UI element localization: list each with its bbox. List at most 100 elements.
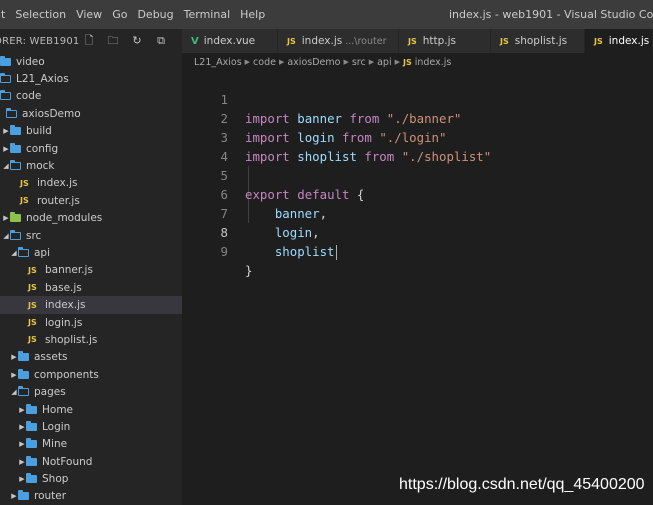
tab-index-js-active[interactable]: JS index.js (585, 29, 653, 53)
menu-go[interactable]: Go (107, 0, 132, 29)
tree-item-label: mock (26, 160, 55, 173)
chevron-down-icon[interactable]: ◢ (10, 249, 18, 257)
chevron-right-icon[interactable]: ▶ (10, 353, 18, 361)
js-file-icon: JS (28, 318, 37, 328)
tree-item-label: Mine (42, 438, 68, 451)
tab-index-vue[interactable]: V index.vue (182, 29, 278, 53)
tree-item-label: node_modules (26, 212, 103, 225)
tab-http-js[interactable]: JS http.js (399, 29, 491, 53)
tree-item-folder[interactable]: ▶ node_modules (0, 210, 182, 227)
folder-icon (10, 125, 21, 136)
tree-item-label: axiosDemo (22, 107, 81, 120)
explorer-title: ORER: WEB1901 (0, 35, 80, 47)
breadcrumb-item[interactable]: src (352, 57, 366, 68)
chevron-right-icon[interactable]: ▶ (2, 127, 10, 135)
chevron-right-icon[interactable]: ▶ (18, 475, 26, 483)
menu-edit[interactable]: it (0, 0, 10, 29)
chevron-right-icon: ▶ (343, 58, 349, 66)
breadcrumb-item[interactable]: api (377, 57, 392, 68)
tree-item-label: Home (42, 403, 74, 416)
breadcrumb: L21_Axios ▶ code ▶ axiosDemo ▶ src ▶ api… (182, 53, 653, 71)
js-icon: JS (402, 57, 412, 67)
tree-item-folder[interactable]: ▶ Mine (0, 436, 182, 453)
tree-item-folder[interactable]: ▶ NotFound (0, 453, 182, 470)
folder-icon (10, 142, 21, 153)
tab-path-hint: ...\router (345, 35, 387, 47)
code-line: 7 login, (182, 185, 653, 240)
menu-terminal[interactable]: Terminal (179, 0, 236, 29)
breadcrumb-item[interactable]: L21_Axios (194, 57, 242, 68)
breadcrumb-item[interactable]: axiosDemo (287, 57, 340, 68)
tree-item-label: pages (34, 386, 66, 399)
folder-icon (18, 368, 29, 379)
tree-item-file[interactable]: JS shoplist.js (0, 331, 182, 348)
tree-item-file[interactable]: JS login.js (0, 314, 182, 331)
folder-icon (26, 403, 37, 414)
tree-item-folder[interactable]: code (0, 88, 182, 105)
tree-item-label: components (34, 368, 99, 381)
folder-open-icon (0, 90, 11, 101)
chevron-right-icon[interactable]: ▶ (18, 440, 26, 448)
tree-item-label: NotFound (42, 455, 93, 468)
tree-item-folder[interactable]: ▶ config (0, 140, 182, 157)
tree-item-folder[interactable]: ▶ Home (0, 401, 182, 418)
tree-item-folder[interactable]: axiosDemo (0, 105, 182, 122)
tree-item-folder[interactable]: ▶ Login (0, 418, 182, 435)
refresh-icon[interactable]: ↻ (130, 34, 144, 48)
editor-tabs: V index.vue JS index.js ...\router JS ht… (182, 29, 653, 53)
tree-item-folder[interactable]: ▶ router (0, 488, 182, 505)
chevron-right-icon: ▶ (278, 58, 285, 66)
folder-open-icon (18, 386, 29, 397)
chevron-right-icon[interactable]: ▶ (10, 371, 18, 379)
menu-debug[interactable]: Debug (132, 0, 178, 29)
explorer-header: ORER: WEB1901 🗋 🗀 ↻ ⧉ (0, 29, 182, 53)
js-icon: JS (500, 36, 509, 46)
collapse-all-icon[interactable]: ⧉ (154, 34, 168, 48)
js-file-icon: JS (28, 335, 37, 345)
new-folder-icon[interactable]: 🗀 (106, 34, 120, 48)
tree-item-folder[interactable]: ▶ assets (0, 349, 182, 366)
tree-item-folder[interactable]: ◢ pages (0, 383, 182, 400)
tree-item-folder[interactable]: video (0, 53, 182, 70)
breadcrumb-item[interactable]: code (253, 57, 276, 68)
menu-help[interactable]: Help (235, 0, 270, 29)
chevron-right-icon[interactable]: ▶ (18, 423, 26, 431)
folder-open-icon (18, 246, 29, 257)
chevron-right-icon[interactable]: ▶ (18, 406, 26, 414)
menu-selection[interactable]: Selection (10, 0, 71, 29)
tree-item-folder[interactable]: ▶ components (0, 366, 182, 383)
tree-item-file[interactable]: JS banner.js (0, 262, 182, 279)
chevron-right-icon: ▶ (368, 58, 375, 66)
chevron-right-icon[interactable]: ▶ (2, 214, 10, 222)
tree-item-label: src (26, 229, 42, 242)
folder-icon (26, 438, 37, 449)
tree-item-folder[interactable]: ▶ build (0, 123, 182, 140)
chevron-right-icon[interactable]: ▶ (2, 145, 10, 153)
code-line: 1 import banner from "./banner" (182, 71, 653, 126)
tree-item-folder[interactable]: L21_Axios (0, 70, 182, 87)
folder-icon (10, 212, 21, 223)
tab-label: index.js (608, 35, 650, 47)
tree-item-folder[interactable]: ◢ src (0, 227, 182, 244)
js-icon: JS (408, 36, 417, 46)
tree-item-file[interactable]: JS index.js (0, 175, 182, 192)
tab-index-js-router[interactable]: JS index.js ...\router (278, 29, 399, 53)
tree-item-label: Shop (42, 473, 69, 486)
chevron-right-icon[interactable]: ▶ (18, 458, 26, 466)
chevron-down-icon[interactable]: ◢ (10, 388, 18, 396)
code-editor[interactable]: 1 import banner from "./banner" 2 import… (182, 71, 653, 505)
tree-item-folder[interactable]: ◢ mock (0, 157, 182, 174)
chevron-down-icon[interactable]: ◢ (2, 162, 10, 170)
tree-item-file[interactable]: JS index.js (0, 296, 182, 314)
chevron-down-icon[interactable]: ◢ (2, 232, 10, 240)
menu-view[interactable]: View (71, 0, 107, 29)
tree-item-folder[interactable]: ◢ api (0, 244, 182, 261)
breadcrumb-item[interactable]: index.js (415, 57, 452, 68)
tab-shoplist-js[interactable]: JS shoplist.js (491, 29, 585, 53)
tree-item-folder[interactable]: ▶ Shop (0, 470, 182, 487)
tree-item-file[interactable]: JS base.js (0, 279, 182, 296)
tree-item-file[interactable]: JS router.js (0, 192, 182, 209)
tree-item-label: shoplist.js (45, 333, 98, 346)
chevron-right-icon[interactable]: ▶ (10, 492, 18, 500)
new-file-icon[interactable]: 🗋 (82, 34, 96, 48)
